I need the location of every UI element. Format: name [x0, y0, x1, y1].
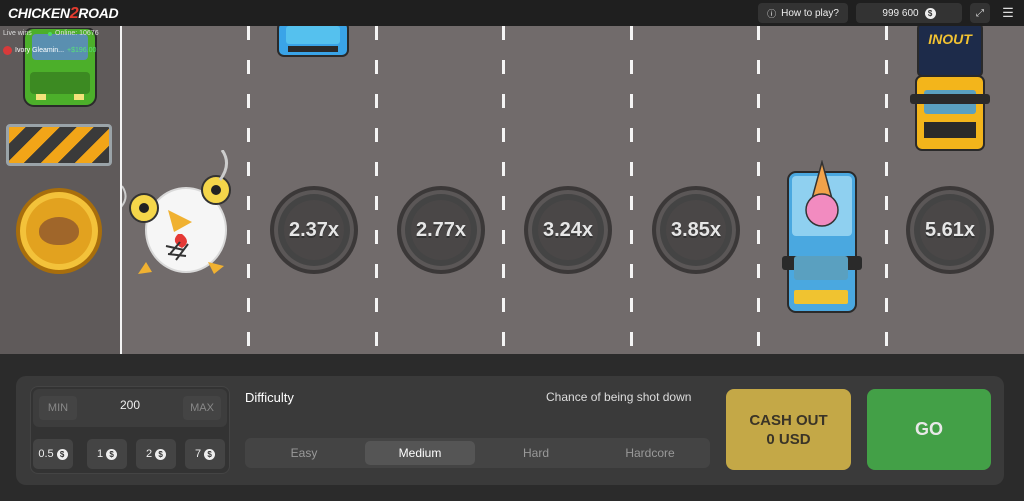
multiplier-manhole[interactable]: 3.24x: [524, 186, 612, 274]
road-barrier: [6, 124, 112, 166]
difficulty-hardcore[interactable]: Hardcore: [595, 441, 705, 465]
go-button[interactable]: GO: [867, 389, 991, 470]
multiplier-label: 3.24x: [542, 218, 594, 241]
multiplier-manhole[interactable]: 3.85x: [652, 186, 740, 274]
multiplier-label: 3.85x: [670, 218, 722, 241]
chip-label: 7: [194, 448, 202, 460]
info-icon: ⓘ: [767, 8, 777, 19]
multiplier-manhole[interactable]: 2.37x: [270, 186, 358, 274]
dollar-coin-icon: $: [106, 448, 118, 460]
max-button[interactable]: MAX: [183, 396, 221, 420]
bet-input-row: MIN 200 MAX: [33, 389, 227, 427]
lane-divider: [630, 26, 633, 354]
online-count: Online: 10676: [48, 30, 99, 37]
gold-coin-start: [16, 188, 102, 274]
live-wins-label: Live wins: [3, 30, 32, 37]
bet-amount-input[interactable]: 200: [93, 398, 167, 412]
dollar-coin-icon: $: [924, 7, 936, 19]
difficulty-label: Difficulty: [245, 390, 294, 405]
dollar-coin-icon: $: [56, 448, 68, 460]
top-bar: CHICKEN2ROAD ⓘ How to play? 999 600 $ ⤢ …: [0, 0, 1024, 26]
bet-amount-box: MIN 200 MAX 0.5 $ 1 $ 2 $ 7 $: [30, 386, 230, 474]
lane-divider: [375, 26, 378, 354]
chip-label: 1: [96, 448, 104, 460]
chip-label: 2: [145, 448, 153, 460]
cash-out-button[interactable]: CASH OUT 0 USD: [726, 389, 851, 470]
difficulty-hard[interactable]: Hard: [481, 441, 591, 465]
difficulty-easy[interactable]: Easy: [249, 441, 359, 465]
balance-value: 999 600: [882, 7, 919, 19]
multiplier-label: 2.37x: [288, 218, 340, 241]
fullscreen-button[interactable]: ⤢: [970, 3, 990, 23]
how-to-play-button[interactable]: ⓘ How to play?: [758, 3, 848, 23]
chip-button[interactable]: 7 $: [185, 439, 225, 469]
balance-display: 999 600 $: [856, 3, 962, 23]
ice-cream-truck: [782, 160, 862, 313]
lane-divider: [885, 26, 888, 354]
control-panel: MIN 200 MAX 0.5 $ 1 $ 2 $ 7 $ Difficulty…: [16, 376, 1004, 485]
win-amount: +$196.00: [67, 47, 97, 54]
chicken-character: [122, 150, 231, 274]
live-win-entry: Ivory Gleamin... +$196.00: [3, 46, 96, 55]
chip-button[interactable]: 0.5 $: [33, 439, 73, 469]
avatar: [3, 46, 12, 55]
inout-truck: INOUT: [910, 24, 990, 151]
multiplier-label: 5.61x: [924, 218, 976, 241]
hamburger-menu-icon: ☰: [1002, 5, 1014, 20]
truck-brand-text: INOUT: [928, 31, 973, 47]
chance-label: Chance of being shot down: [546, 390, 692, 404]
roast-chicken-icon: [39, 217, 79, 245]
multiplier-label: 2.77x: [415, 218, 467, 241]
multiplier-manhole[interactable]: 2.77x: [397, 186, 485, 274]
min-button[interactable]: MIN: [39, 396, 77, 420]
lane-divider: [757, 26, 760, 354]
lane-divider: [502, 26, 505, 354]
chip-button[interactable]: 2 $: [136, 439, 176, 469]
green-car: [23, 28, 97, 107]
game-logo: CHICKEN2ROAD: [8, 5, 119, 22]
chip-label: 0.5: [38, 448, 54, 460]
difficulty-selector: Easy Medium Hard Hardcore: [245, 438, 710, 468]
how-to-play-label: How to play?: [781, 7, 839, 19]
cash-out-amount: 0 USD: [766, 430, 811, 448]
dollar-coin-icon: $: [204, 448, 216, 460]
win-player-name: Ivory Gleamin...: [15, 47, 65, 54]
difficulty-medium[interactable]: Medium: [365, 441, 475, 465]
cash-out-label: CASH OUT: [749, 411, 828, 429]
blue-car: [277, 22, 349, 57]
dollar-coin-icon: $: [155, 448, 167, 460]
fullscreen-icon: ⤢: [976, 7, 984, 19]
chip-button[interactable]: 1 $: [87, 439, 127, 469]
menu-button[interactable]: ☰: [998, 3, 1018, 23]
online-dot-icon: [48, 31, 52, 36]
multiplier-manhole[interactable]: 5.61x: [906, 186, 994, 274]
online-count-label: Online: 10676: [55, 30, 99, 37]
